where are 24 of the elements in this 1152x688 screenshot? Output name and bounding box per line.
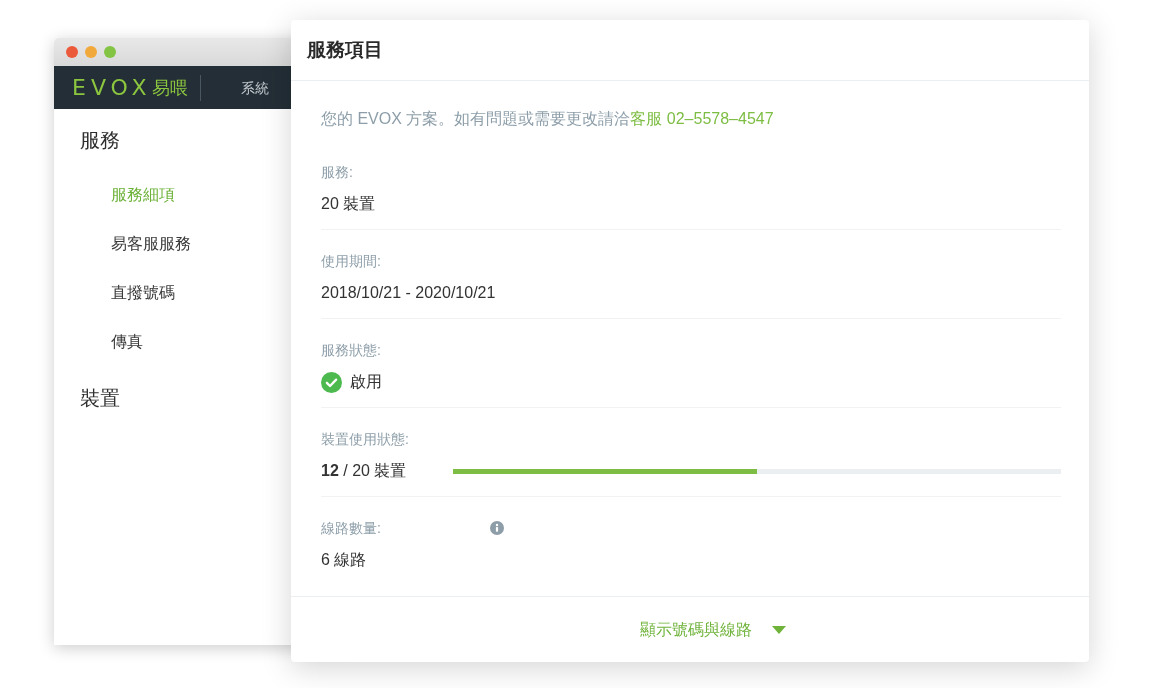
field-value: 20 裝置 <box>321 194 376 214</box>
field-value: 2018/10/21 - 2020/10/21 <box>321 283 496 303</box>
sidebar-heading: 裝置 <box>80 386 120 411</box>
field-value: 12 / 20 裝置 <box>321 461 408 481</box>
field-label: 線路數量: <box>321 519 382 538</box>
info-icon[interactable] <box>490 521 504 535</box>
field-value: 6 線路 <box>321 550 367 570</box>
field-label: 使用期間: <box>321 252 381 271</box>
field-label: 裝置使用狀態: <box>321 430 409 449</box>
window-maximize-icon[interactable] <box>104 46 116 58</box>
logo-wordmark: EVOX <box>72 74 152 101</box>
sidebar-heading: 服務 <box>80 128 120 153</box>
nav-item[interactable]: 系統 <box>240 77 269 98</box>
field-label: 服務: <box>321 163 353 182</box>
window-minimize-icon[interactable] <box>85 46 97 58</box>
intro-text: 您的 EVOX 方案。如有問題或需要更改請洽客服 02–5578–4547 <box>321 109 775 129</box>
field-label: 服務狀態: <box>321 341 381 360</box>
sidebar-item[interactable]: 直撥號碼 <box>111 281 175 305</box>
sidebar-item[interactable]: 易客服服務 <box>111 232 191 256</box>
sidebar-item[interactable]: 傳真 <box>111 330 143 354</box>
field-value: 啟用 <box>350 372 382 392</box>
logo-text: 易喂 <box>151 76 188 100</box>
window-close-icon[interactable] <box>66 46 78 58</box>
card-title: 服務項目 <box>307 38 383 62</box>
